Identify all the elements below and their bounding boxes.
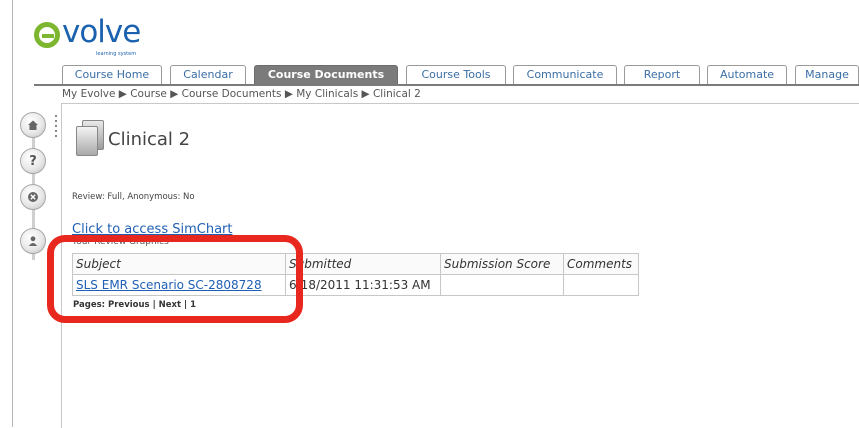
help-icon[interactable]: ? [20,148,46,174]
logo-text: volve [62,14,141,50]
page-number-link[interactable]: 1 [190,300,196,310]
next-page-link[interactable]: Next [159,300,181,310]
simchart-link[interactable]: Click to access SimChart [72,222,232,237]
subject-link[interactable]: SLS EMR Scenario SC-2808728 [76,278,262,292]
score-cell [440,274,564,296]
logo-e-mark [34,22,60,48]
comments-cell [563,274,639,296]
column-header-submitted[interactable]: Submitted [285,253,441,275]
home-icon[interactable] [20,112,46,138]
evolve-logo[interactable]: volve learning system [34,14,154,62]
logo-subtitle: learning system [96,51,137,57]
column-header-subject[interactable]: Subject [72,253,286,275]
tab-communicate[interactable]: Communicate [513,65,617,84]
pages-label: Pages: [73,300,106,310]
course-tabs: Course Home Calendar Course Documents Co… [62,65,859,85]
left-frame-border [12,0,13,427]
tab-manage[interactable]: Manage [795,65,859,84]
close-icon[interactable] [20,184,46,210]
tab-underline [34,84,859,86]
partially-hidden-label: Your Review Graphics [72,237,169,247]
previous-page-link[interactable]: Previous [108,300,150,310]
subject-cell: SLS EMR Scenario SC-2808728 [72,274,286,296]
column-header-comments[interactable]: Comments [563,253,639,275]
tab-report[interactable]: Report [624,65,700,84]
tab-course-tools[interactable]: Course Tools [406,65,506,84]
review-info: Review: Full, Anonymous: No [72,192,195,202]
panel-grip-handle[interactable] [55,112,61,142]
tab-automate[interactable]: Automate [707,65,787,84]
column-header-submission-score[interactable]: Submission Score [440,253,564,275]
breadcrumb[interactable]: My Evolve ▶ Course ▶ Course Documents ▶ … [62,88,421,100]
documents-icon [76,120,106,156]
submitted-cell: 6/18/2011 11:31:53 AM [285,274,441,296]
side-toolbar: ? [18,112,48,262]
table-header-row: Subject Submitted Submission Score Comme… [72,253,639,275]
page-title: Clinical 2 [108,129,191,150]
table-row: SLS EMR Scenario SC-2808728 6/18/2011 11… [72,274,639,296]
tab-course-home[interactable]: Course Home [62,65,162,84]
submissions-table: Subject Submitted Submission Score Comme… [72,253,639,296]
pagination-separator: | [181,300,191,310]
tab-calendar[interactable]: Calendar [170,65,246,84]
tab-course-documents[interactable]: Course Documents [254,65,398,84]
user-icon[interactable] [20,228,46,254]
pagination: Pages: Previous | Next | 1 [73,300,196,310]
pagination-separator: | [149,300,159,310]
